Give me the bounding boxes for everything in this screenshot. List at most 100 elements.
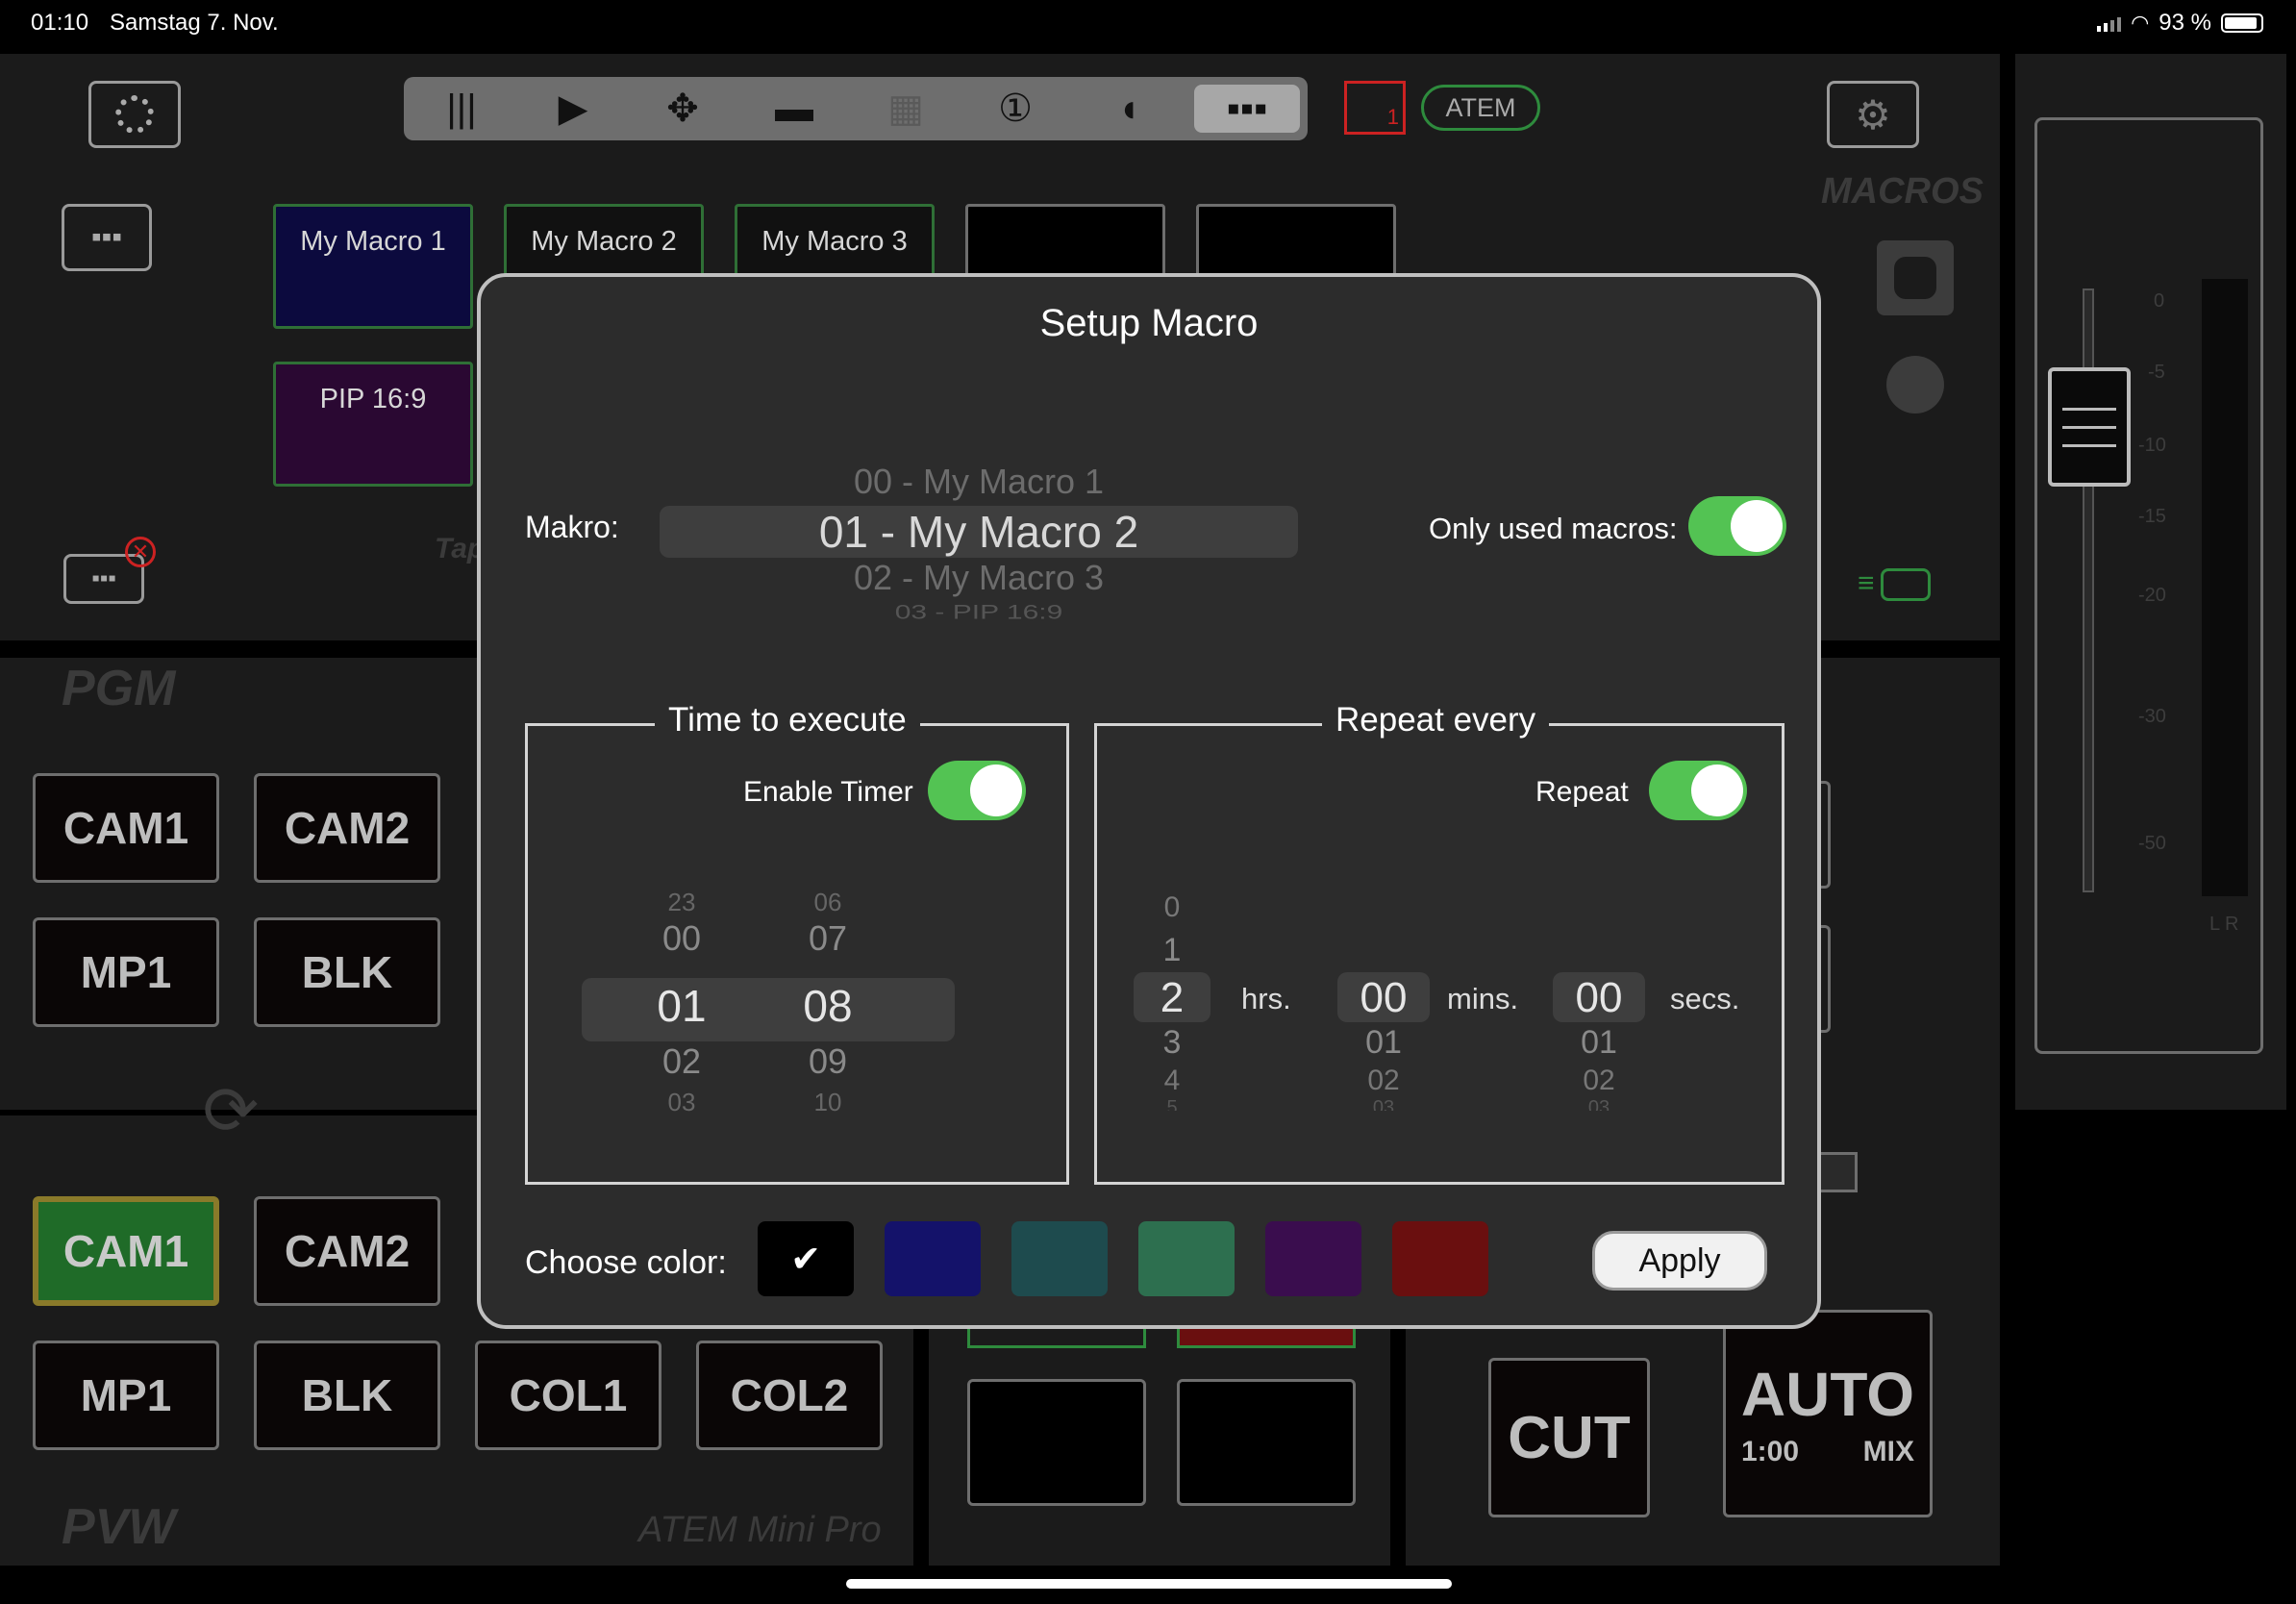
record-dot-icon[interactable] (1886, 356, 1944, 414)
enable-timer-label: Enable Timer (743, 776, 913, 808)
multiview-icon[interactable]: ▦ (877, 85, 935, 133)
move-arrows-icon[interactable]: ✥ (654, 85, 711, 133)
keypad-button[interactable]: ▪▪▪ (62, 204, 152, 271)
seconds-option[interactable]: 03 (1553, 1097, 1645, 1111)
preset-icon[interactable]: 1 (1344, 81, 1406, 135)
makro-option[interactable]: 03 - PIP 16:9 (660, 601, 1298, 624)
play-icon[interactable]: ▶ (544, 85, 602, 133)
hour-option[interactable]: 23 (634, 888, 730, 917)
keyer-button-3[interactable] (967, 1379, 1146, 1506)
meter-channels: L R (2209, 914, 2239, 935)
hour-option[interactable]: 00 (634, 918, 730, 959)
camera-settings-button[interactable] (88, 81, 181, 148)
minute-option[interactable]: 06 (780, 888, 876, 917)
keyer-button-1[interactable] (967, 1327, 1146, 1348)
atem-badge[interactable]: ATEM (1421, 85, 1540, 131)
time-to-execute-section: Time to execute Enable Timer 23 00 01 02… (525, 701, 1069, 1185)
hour-option[interactable]: 02 (634, 1041, 730, 1082)
seconds-option[interactable]: 02 (1553, 1065, 1645, 1097)
minutes-wheel[interactable]: 00 01 02 03 (1337, 880, 1430, 1120)
makro-option-selected[interactable]: 01 - My Macro 2 (660, 506, 1298, 558)
minute-option[interactable]: 07 (780, 918, 876, 959)
hours-option[interactable]: 1 (1134, 932, 1210, 969)
pvw-blk-button[interactable]: BLK (254, 1341, 440, 1450)
seconds-option[interactable]: 01 (1553, 1024, 1645, 1062)
lower-third-icon[interactable]: ▬ (765, 85, 823, 133)
color-swatch-green[interactable] (1138, 1221, 1235, 1296)
hours-option-selected[interactable]: 2 (1134, 974, 1210, 1022)
makro-option[interactable]: 00 - My Macro 1 (660, 462, 1298, 502)
status-bar: 01:10 Samstag 7. Nov. ◠ 93 % (0, 0, 2296, 48)
only-used-toggle[interactable] (1688, 496, 1786, 556)
minute-option-selected[interactable]: 08 (780, 980, 876, 1032)
home-indicator (846, 1579, 1452, 1589)
settings-button[interactable]: ⚙ (1827, 81, 1919, 148)
macro-grid-icon[interactable]: ▪▪▪ (1194, 85, 1300, 133)
pvw-cam1-button[interactable]: CAM1 (33, 1196, 219, 1306)
auto-button[interactable]: AUTO 1:00 MIX (1723, 1310, 1933, 1517)
auto-label: AUTO (1740, 1360, 1915, 1429)
minutes-option[interactable]: 02 (1337, 1065, 1430, 1097)
list-toggle-icon[interactable]: ≡ (1858, 567, 1954, 602)
hours-option[interactable]: 3 (1134, 1024, 1210, 1062)
one-circle-icon[interactable]: ① (986, 85, 1044, 133)
pgm-cam1-button[interactable]: CAM1 (33, 773, 219, 883)
pgm-button-label: CAM2 (284, 803, 411, 853)
hour-option[interactable]: 03 (634, 1088, 730, 1117)
seconds-option-selected[interactable]: 00 (1553, 974, 1645, 1022)
pvw-button-label: CAM1 (62, 1226, 189, 1276)
minute-option[interactable]: 09 (780, 1041, 876, 1082)
pvw-mp1-button[interactable]: MP1 (33, 1341, 219, 1450)
color-swatch-purple[interactable] (1265, 1221, 1361, 1296)
pgm-cam2-button[interactable]: CAM2 (254, 773, 440, 883)
battery-icon (2221, 13, 2263, 33)
close-badge-icon: ✕ (125, 537, 156, 567)
meter-tick-15: -15 (2138, 506, 2166, 527)
enable-timer-toggle[interactable] (928, 761, 1026, 820)
minutes-option-selected[interactable]: 00 (1337, 974, 1430, 1022)
checkmark-icon: ✔ (790, 1239, 821, 1280)
hours-option[interactable]: 4 (1134, 1065, 1210, 1097)
hours-option[interactable]: 0 (1134, 891, 1210, 924)
macro-button-1[interactable]: My Macro 1 (273, 204, 473, 329)
hour-option-selected[interactable]: 01 (634, 980, 730, 1032)
minute-wheel[interactable]: 06 07 08 09 10 (780, 880, 876, 1120)
pgm-mp1-button[interactable]: MP1 (33, 917, 219, 1027)
aperture-icon (115, 95, 154, 134)
minute-option[interactable]: 10 (780, 1088, 876, 1117)
pvw-col1-button[interactable]: COL1 (475, 1341, 661, 1450)
cut-button[interactable]: CUT (1488, 1358, 1650, 1517)
gear-icon: ⚙ (1855, 91, 1891, 138)
hours-option[interactable]: 5 (1134, 1097, 1210, 1111)
repeat-toggle[interactable] (1649, 761, 1747, 820)
pgm-button-label: CAM1 (62, 803, 189, 853)
keyer-button-2[interactable] (1177, 1327, 1356, 1348)
minutes-option[interactable]: 03 (1337, 1097, 1430, 1111)
keyer-button-4[interactable] (1177, 1379, 1356, 1506)
macro-button-label: My Macro 1 (300, 226, 446, 257)
swap-icon[interactable]: ⟳ (192, 1077, 269, 1144)
color-swatch-black[interactable]: ✔ (758, 1221, 854, 1296)
pvw-cam2-button[interactable]: CAM2 (254, 1196, 440, 1306)
transition-preview-toggle[interactable] (1817, 1152, 1858, 1192)
seconds-wheel[interactable]: 00 01 02 03 (1553, 880, 1645, 1120)
minutes-option[interactable]: 01 (1337, 1024, 1430, 1062)
macro-button-label: PIP 16:9 (319, 384, 427, 414)
pvw-col2-button[interactable]: COL2 (696, 1341, 883, 1450)
repeat-label: Repeat (1535, 776, 1629, 808)
makro-option[interactable]: 02 - My Macro 3 (660, 558, 1298, 598)
color-swatch-teal[interactable] (1011, 1221, 1108, 1296)
pgm-blk-button[interactable]: BLK (254, 917, 440, 1027)
hour-wheel[interactable]: 23 00 01 02 03 (634, 880, 730, 1120)
pgm-button-label: BLK (301, 947, 393, 997)
color-swatch-blue[interactable] (885, 1221, 981, 1296)
color-swatch-red[interactable] (1392, 1221, 1488, 1296)
apply-button[interactable]: Apply (1592, 1231, 1767, 1291)
makro-picker[interactable]: 00 - My Macro 1 01 - My Macro 2 02 - My … (660, 458, 1298, 624)
audio-monitor-icon[interactable]: ◖ (1100, 85, 1158, 133)
fader-handle[interactable] (2048, 367, 2131, 487)
mixer-sliders-icon[interactable]: ||| (433, 85, 490, 133)
hours-wheel[interactable]: 0 1 2 3 4 5 (1134, 880, 1210, 1120)
record-button[interactable] (1877, 240, 1954, 315)
macro-button-pip[interactable]: PIP 16:9 (273, 362, 473, 487)
